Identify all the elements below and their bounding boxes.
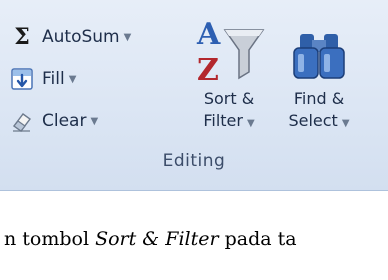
svg-text:Z: Z (197, 53, 219, 88)
fill-down-icon (10, 67, 34, 91)
ribbon-editing-group: Σ AutoSum ▼ Fill ▼ Clear ▼ A Z Sort & Fi… (0, 0, 388, 191)
autosum-button[interactable]: Σ AutoSum ▼ (10, 16, 160, 58)
sort-filter-label-line2: Filter (203, 111, 243, 130)
editing-small-buttons: Σ AutoSum ▼ Fill ▼ Clear ▼ (10, 16, 160, 142)
autosum-label: AutoSum (42, 27, 120, 47)
sort-filter-icon: A Z (186, 14, 272, 88)
chevron-down-icon: ▼ (123, 31, 132, 43)
sort-filter-button[interactable]: A Z Sort & Filter ▼ (186, 14, 272, 135)
caption-text: n tombol Sort & Filter pada ta (4, 228, 297, 250)
eraser-icon (10, 109, 34, 133)
caption-emphasis: Sort & Filter (95, 228, 219, 250)
binoculars-icon (274, 14, 364, 88)
fill-label: Fill (42, 69, 65, 89)
find-select-label-line2: Select (288, 111, 338, 130)
editing-group-label: Editing (162, 151, 226, 171)
chevron-down-icon: ▼ (90, 115, 99, 127)
page: Σ AutoSum ▼ Fill ▼ Clear ▼ A Z Sort & Fi… (0, 0, 388, 280)
chevron-down-icon: ▼ (68, 73, 77, 85)
caption-prefix: n tombol (4, 228, 90, 250)
sort-filter-label-line1: Sort & (203, 89, 255, 108)
find-select-button[interactable]: Find & Select ▼ (274, 14, 364, 135)
fill-button[interactable]: Fill ▼ (10, 58, 160, 100)
chevron-down-icon: ▼ (341, 118, 350, 129)
sort-filter-label-line2-wrap: Filter ▼ (186, 110, 272, 135)
clear-button[interactable]: Clear ▼ (10, 100, 160, 142)
find-select-label-line2-wrap: Select ▼ (274, 110, 364, 135)
clear-label: Clear (42, 111, 87, 131)
find-select-label-line1: Find & (293, 89, 345, 108)
caption-suffix: pada ta (224, 228, 297, 250)
svg-text:A: A (196, 17, 221, 52)
sigma-icon: Σ (14, 24, 30, 50)
chevron-down-icon: ▼ (246, 118, 255, 129)
